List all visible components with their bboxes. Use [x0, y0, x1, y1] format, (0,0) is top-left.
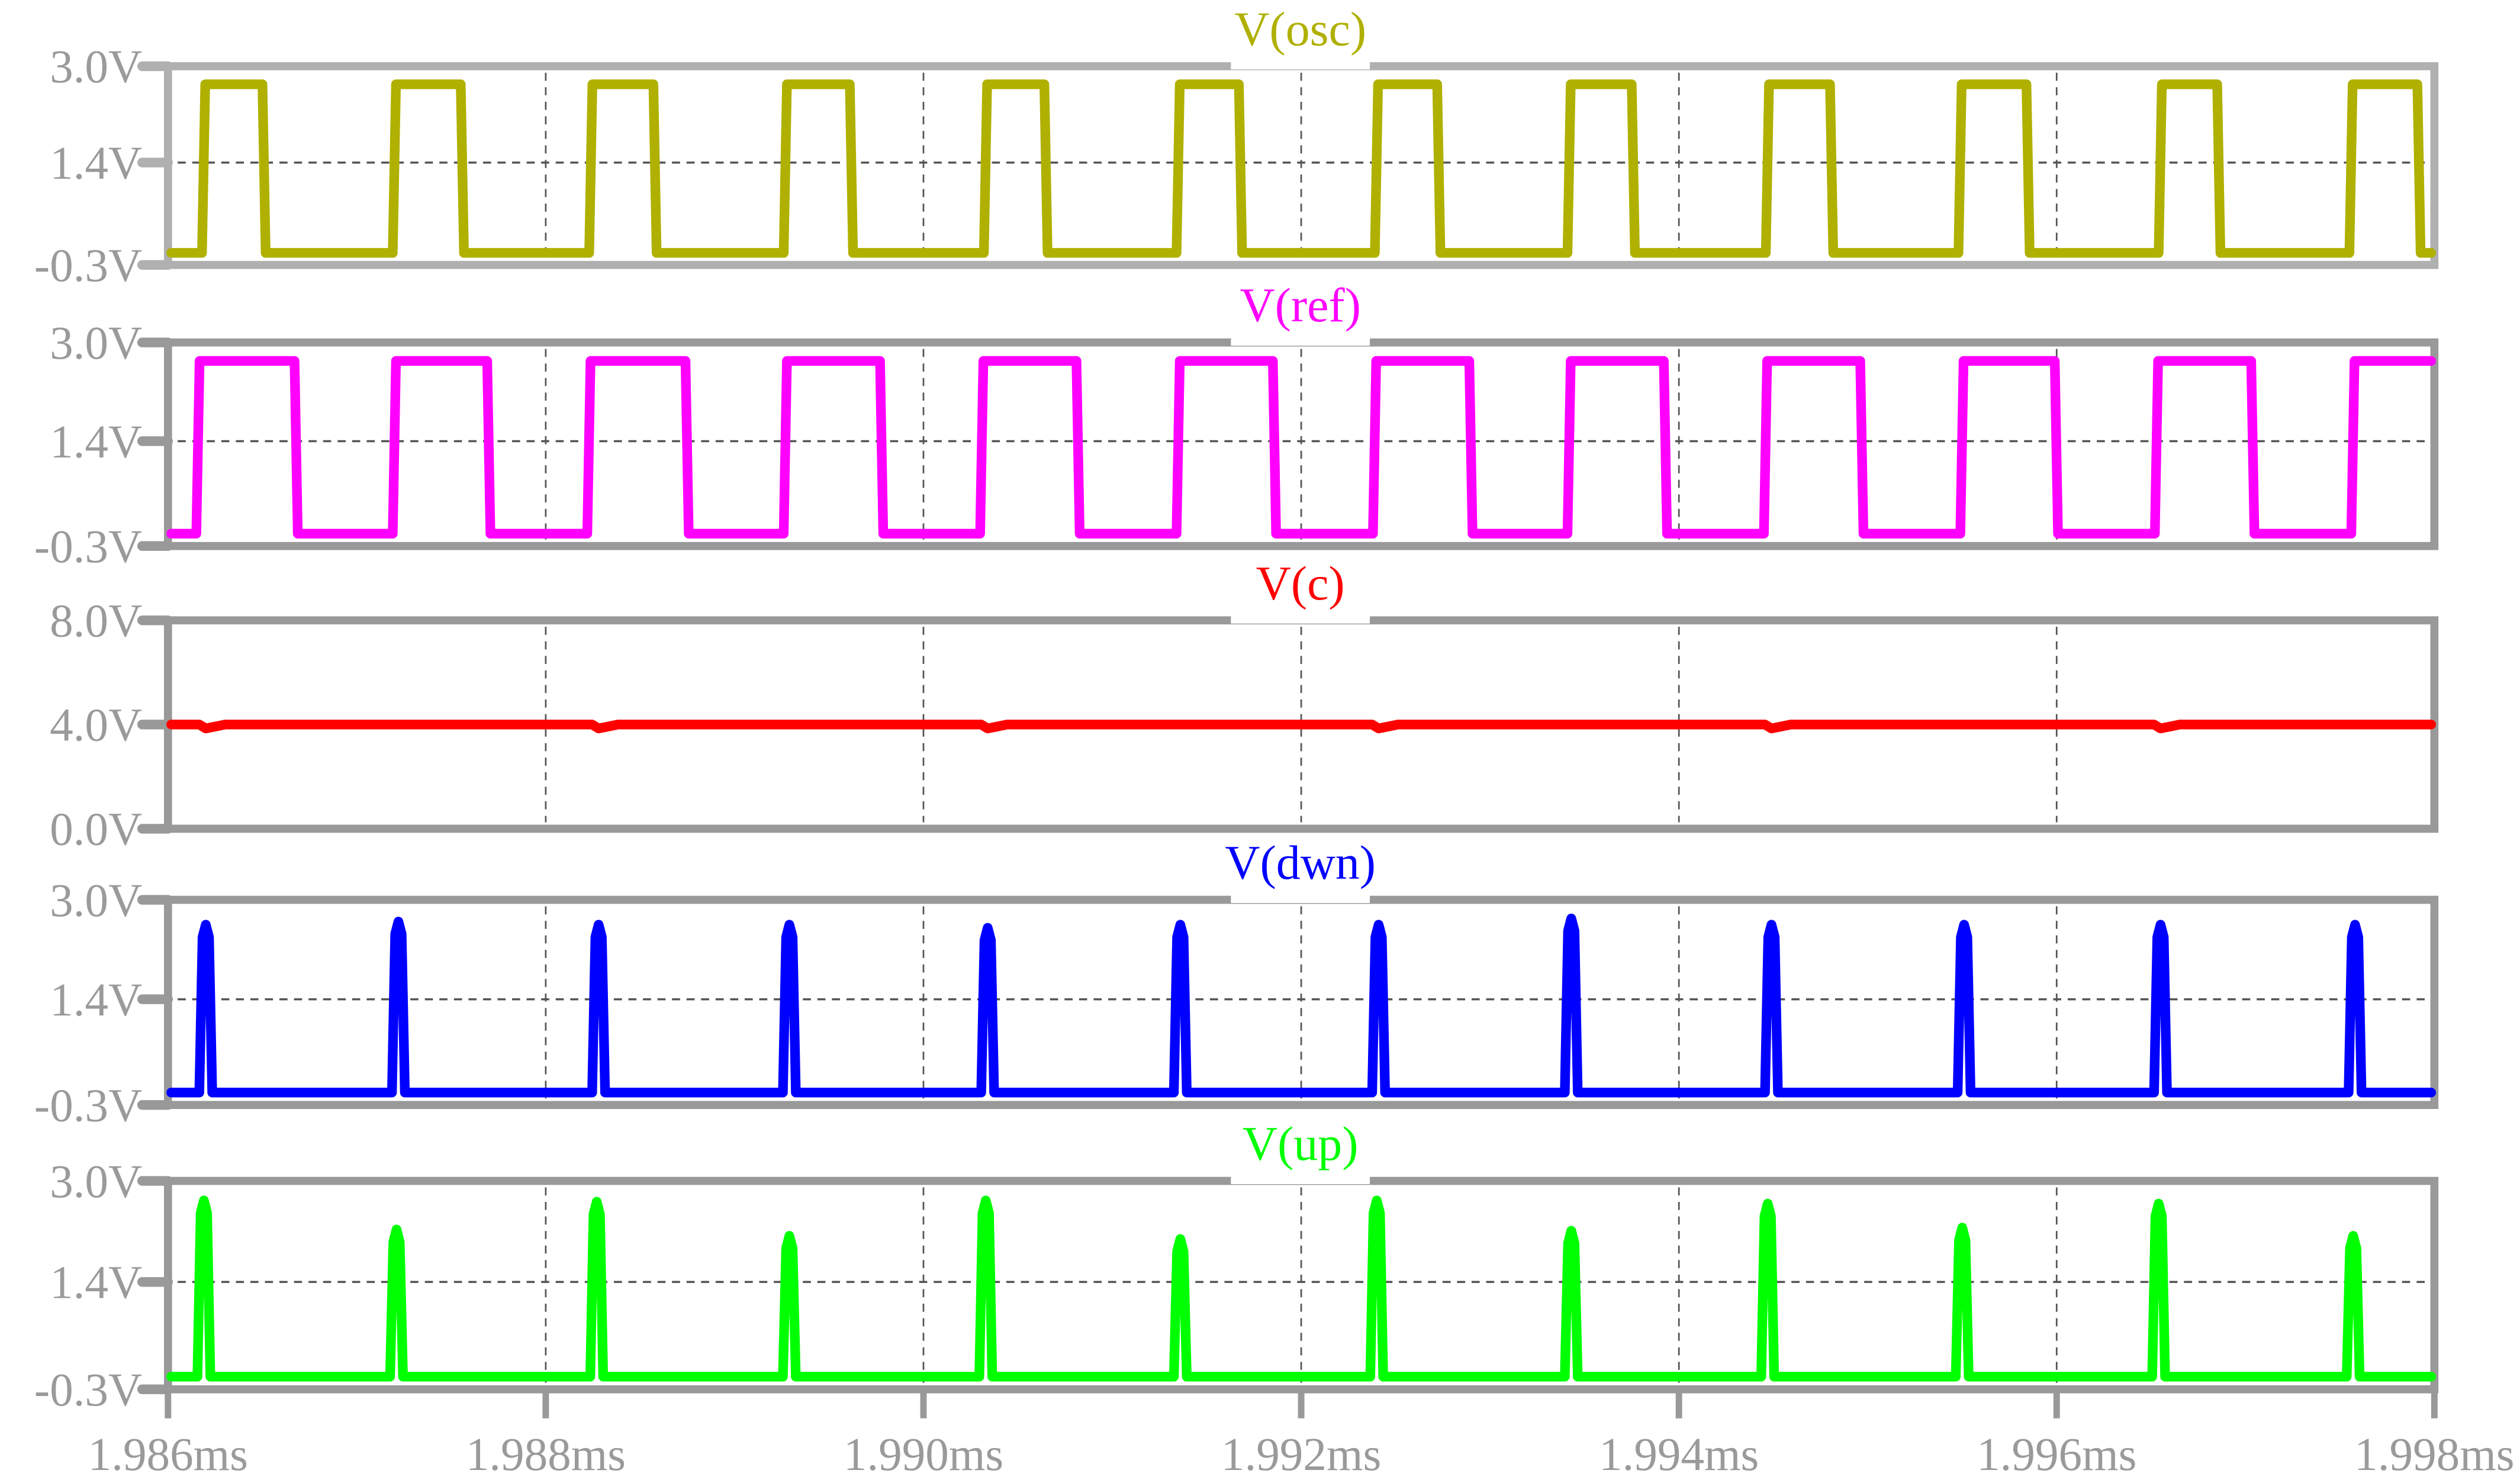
x-tick-label: 1.986ms [88, 1429, 248, 1481]
title-backdrop [1231, 1171, 1370, 1184]
plot-frame [163, 1176, 2439, 1394]
y-tick-label: 3.0V [50, 41, 142, 93]
title-backdrop [1231, 56, 1370, 70]
y-tick-label: 1.4V [50, 1257, 142, 1309]
y-tick-label: 4.0V [50, 699, 142, 752]
title-backdrop [1231, 890, 1370, 903]
y-tick-label: 3.0V [50, 1156, 142, 1208]
panel-title: V(ref) [1240, 278, 1360, 332]
y-tick-label: 0.0V [50, 804, 142, 856]
x-tick-label: 1.994ms [1599, 1429, 1759, 1481]
x-tick-label: 1.996ms [1977, 1429, 2136, 1481]
x-tick-label: 1.988ms [466, 1429, 626, 1481]
panel-title: V(c) [1256, 556, 1345, 610]
y-tick-label: 3.0V [50, 317, 142, 369]
x-tick-label: 1.990ms [844, 1429, 1003, 1481]
title-backdrop [1231, 333, 1370, 346]
x-tick-label: 1.998ms [2354, 1429, 2514, 1481]
x-tick-label: 1.992ms [1221, 1429, 1381, 1481]
panel-title: V(dwn) [1225, 836, 1376, 889]
y-tick-label: -0.3V [34, 521, 142, 573]
panel-title: V(osc) [1234, 2, 1366, 56]
title-backdrop [1231, 610, 1370, 624]
y-tick-label: 3.0V [50, 875, 142, 927]
y-tick-label: -0.3V [34, 1364, 142, 1416]
y-tick-label: 1.4V [50, 137, 142, 189]
y-tick-label: 8.0V [50, 595, 142, 647]
waveform-vref [166, 356, 2437, 539]
y-tick-label: -0.3V [34, 1080, 142, 1132]
panel-title: V(up) [1243, 1117, 1359, 1171]
y-tick-label: 1.4V [50, 974, 142, 1026]
waveform-vc [166, 720, 2437, 734]
y-tick-label: -0.3V [34, 240, 142, 292]
y-tick-label: 1.4V [50, 416, 142, 468]
waveform-chart: 3.0V 1.4V -0.3V V(osc) 3.0V 1.4V -0.3V V(ref) 8.… [34, 2, 2515, 1481]
